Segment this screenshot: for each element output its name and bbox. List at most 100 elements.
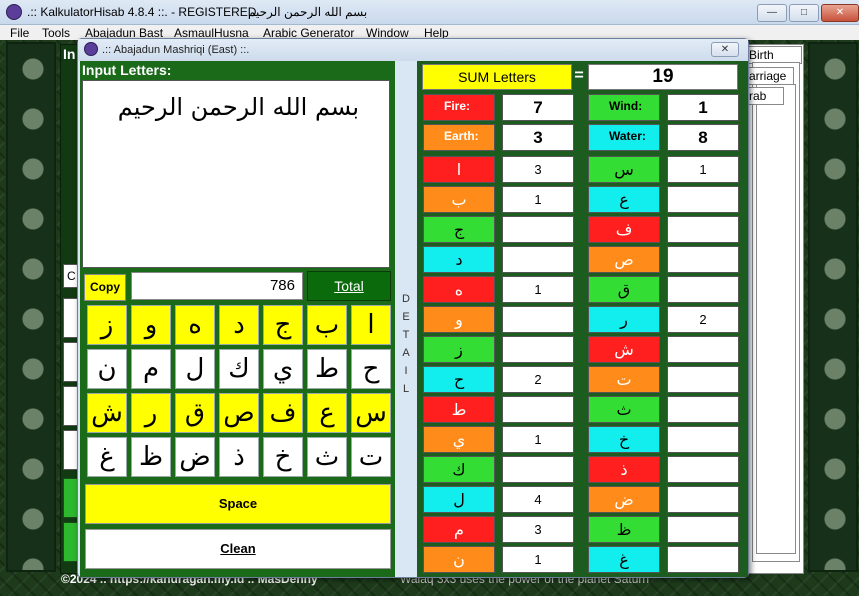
letter-count: 1 xyxy=(502,546,574,573)
detail-button[interactable]: D E T A I L xyxy=(395,61,417,577)
space-button[interactable]: Space xyxy=(85,484,391,524)
key-letter[interactable]: د xyxy=(219,305,259,345)
minimize-button[interactable]: — xyxy=(757,4,787,22)
detail-letter: A xyxy=(402,347,410,359)
letter-cell: ص xyxy=(588,246,660,273)
letter-count xyxy=(667,486,739,513)
ornament-right xyxy=(808,42,858,572)
wind-value: 1 xyxy=(667,94,739,121)
clean-button[interactable]: Clean xyxy=(85,529,391,569)
key-letter[interactable]: ع xyxy=(307,393,347,433)
fire-value: 7 xyxy=(502,94,574,121)
letter-cell: ع xyxy=(588,186,660,213)
key-letter[interactable]: ج xyxy=(263,305,303,345)
letter-cell: ث xyxy=(588,396,660,423)
key-letter[interactable]: ي xyxy=(263,349,303,389)
input-letters-field[interactable]: بسم الله الرحمن الرحيم xyxy=(82,80,390,268)
key-letter[interactable]: ط xyxy=(307,349,347,389)
water-label: Water: xyxy=(588,124,660,151)
key-letter[interactable]: ح xyxy=(351,349,391,389)
letter-count xyxy=(502,456,574,483)
letter-count xyxy=(502,336,574,363)
tab-arab[interactable]: rab xyxy=(744,87,784,105)
letter-cell: خ xyxy=(588,426,660,453)
letter-cell: ش xyxy=(588,336,660,363)
key-letter[interactable]: ز xyxy=(87,305,127,345)
letter-cell: و xyxy=(423,306,495,333)
key-letter[interactable]: ا xyxy=(351,305,391,345)
key-letter[interactable]: ظ xyxy=(131,437,171,477)
key-letter[interactable]: ض xyxy=(175,437,215,477)
letter-cell: د xyxy=(423,246,495,273)
key-letter[interactable]: و xyxy=(131,305,171,345)
key-letter[interactable]: ق xyxy=(175,393,215,433)
tab-marriage[interactable]: arriage xyxy=(744,67,794,85)
key-letter[interactable]: ل xyxy=(175,349,215,389)
water-value: 8 xyxy=(667,124,739,151)
maximize-button[interactable]: □ xyxy=(789,4,819,22)
letter-count: 1 xyxy=(502,186,574,213)
key-letter[interactable]: ذ xyxy=(219,437,259,477)
letter-count xyxy=(667,426,739,453)
letter-count xyxy=(667,516,739,543)
key-letter[interactable]: س xyxy=(351,393,391,433)
menu-file[interactable]: File xyxy=(10,26,29,40)
key-letter[interactable]: ن xyxy=(87,349,127,389)
letter-count: 4 xyxy=(502,486,574,513)
letter-count xyxy=(667,336,739,363)
total-value-field[interactable]: 786 xyxy=(131,272,303,300)
earth-value: 3 xyxy=(502,124,574,151)
key-letter[interactable]: ث xyxy=(307,437,347,477)
key-letter[interactable]: ف xyxy=(263,393,303,433)
key-letter[interactable]: ب xyxy=(307,305,347,345)
earth-label: Earth: xyxy=(423,124,495,151)
copy-button[interactable]: Copy xyxy=(84,274,126,301)
app-title-arabic: بسم الله الرحمن الرحيم xyxy=(248,5,368,19)
key-letter[interactable]: خ xyxy=(263,437,303,477)
key-letter[interactable]: ه xyxy=(175,305,215,345)
letter-count: 3 xyxy=(502,516,574,543)
letter-cell: ض xyxy=(588,486,660,513)
key-letter[interactable]: ت xyxy=(351,437,391,477)
letter-count xyxy=(667,546,739,573)
key-letter[interactable]: ك xyxy=(219,349,259,389)
letter-cell: ط xyxy=(423,396,495,423)
input-letters-text: بسم الله الرحمن الرحيم xyxy=(117,93,359,121)
letter-cell: م xyxy=(423,516,495,543)
letter-count: 2 xyxy=(502,366,574,393)
dialog-titlebar: .:: Abajadun Mashriqi (East) ::. ✕ xyxy=(78,39,748,61)
ornament-left xyxy=(6,42,56,572)
letter-cell: ن xyxy=(423,546,495,573)
letter-cell: ح xyxy=(423,366,495,393)
letter-count xyxy=(667,186,739,213)
letter-count: 1 xyxy=(502,426,574,453)
sum-letters-label: SUM Letters xyxy=(422,64,572,90)
wind-label: Wind: xyxy=(588,94,660,121)
key-letter[interactable]: ش xyxy=(87,393,127,433)
letter-cell: ف xyxy=(588,216,660,243)
letter-count xyxy=(667,276,739,303)
app-title: .:: KalkulatorHisab 4.8.4 ::. - REGISTER… xyxy=(27,5,257,19)
detail-letter: E xyxy=(402,311,410,323)
abajadun-dialog: .:: Abajadun Mashriqi (East) ::. ✕ Input… xyxy=(77,38,749,578)
detail-letter: D xyxy=(402,293,410,305)
letter-count xyxy=(502,396,574,423)
background-window-3 xyxy=(756,84,796,554)
key-letter[interactable]: ر xyxy=(131,393,171,433)
letter-cell: ك xyxy=(423,456,495,483)
menu-tools[interactable]: Tools xyxy=(42,26,70,40)
letter-count xyxy=(667,246,739,273)
key-letter[interactable]: م xyxy=(131,349,171,389)
summary-panel: SUM Letters = 19 Fire: 7 Wind: 1 Earth: … xyxy=(417,61,748,577)
close-button[interactable]: ✕ xyxy=(821,4,859,22)
letter-cell: ا xyxy=(423,156,495,183)
letter-cell: غ xyxy=(588,546,660,573)
total-button[interactable]: Total xyxy=(307,271,391,301)
key-letter[interactable]: ص xyxy=(219,393,259,433)
letter-count xyxy=(502,246,574,273)
letter-count: 3 xyxy=(502,156,574,183)
key-letter[interactable]: غ xyxy=(87,437,127,477)
dialog-close-button[interactable]: ✕ xyxy=(711,42,739,57)
letter-count xyxy=(667,396,739,423)
dialog-body: Input Letters: بسم الله الرحمن الرحيم Co… xyxy=(80,61,748,577)
